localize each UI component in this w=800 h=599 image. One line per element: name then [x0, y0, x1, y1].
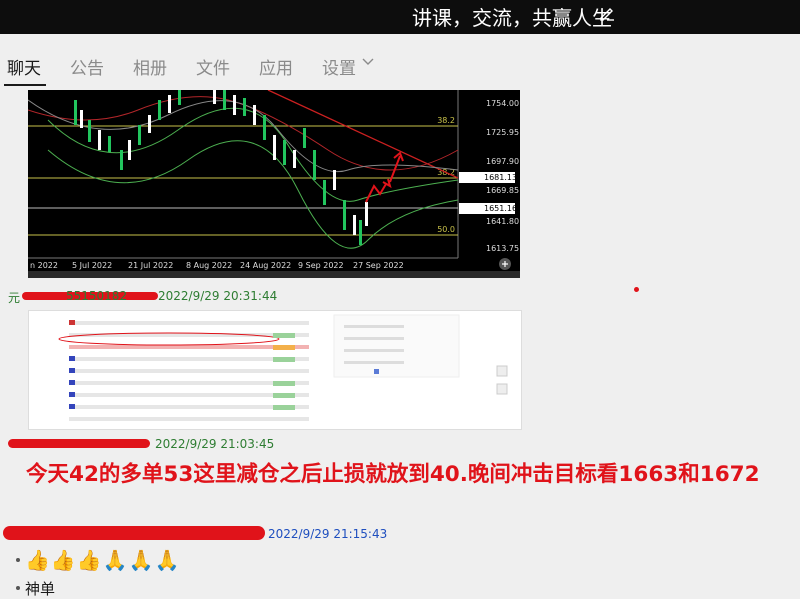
tab-apps[interactable]: 应用	[259, 54, 293, 79]
tab-chat[interactable]: 聊天	[7, 54, 41, 79]
date-label-3: 21 Jul 2022	[128, 261, 173, 270]
price-label-5: 1641.80	[486, 217, 519, 226]
price-tag-top: 1681.13	[484, 173, 517, 182]
reaction-emojis: 👍👍👍🙏🙏🙏	[25, 548, 181, 572]
arrowhead-1	[382, 178, 392, 189]
message-timestamp: 2022/9/29 21:15:43	[268, 527, 388, 541]
group-title: 讲课，交流，共赢人生	[412, 6, 612, 30]
date-label-2: 5 Jul 2022	[72, 261, 112, 270]
group-tabs: 聊天 公告 相册 文件 应用 设置	[0, 34, 800, 88]
chart-tab-strip	[28, 271, 520, 278]
candlesticks	[74, 90, 368, 245]
chevron-down-icon[interactable]	[362, 58, 374, 66]
price-label-6: 1613.75	[486, 244, 519, 253]
fib-label-3: 50.0	[437, 225, 455, 234]
group-header-bar: 讲课，交流，共赢人生	[0, 0, 800, 34]
price-label-3: 1697.90	[486, 157, 519, 166]
redaction-scribble	[3, 526, 265, 540]
message-sender-id[interactable]: 55150182	[66, 289, 127, 303]
chart-screenshot[interactable]: 38.2 38.2 50.0	[28, 90, 520, 278]
message-text: 神单	[25, 580, 56, 598]
redaction-scribble	[8, 439, 150, 448]
calendar-screenshot[interactable]	[28, 310, 522, 430]
price-label-2: 1725.95	[486, 128, 519, 137]
tab-album[interactable]: 相册	[133, 54, 167, 79]
tab-files[interactable]: 文件	[196, 54, 230, 79]
date-label-4: 8 Aug 2022	[186, 261, 232, 270]
price-label-4: 1669.85	[486, 186, 519, 195]
active-tab-indicator	[4, 84, 46, 86]
message-text: 今天42的多单53这里减仓之后止损就放到40.晚间冲击目标看1663和1672	[26, 462, 760, 487]
price-tag-bottom: 1651.16	[484, 204, 517, 213]
edit-icon[interactable]	[598, 4, 616, 22]
panel-button-1	[496, 365, 508, 377]
side-panel	[333, 314, 460, 378]
red-dot-marker	[634, 287, 639, 292]
panel-button-2	[496, 383, 508, 395]
message-timestamp: 2022/9/29 21:03:45	[155, 437, 275, 451]
downtrend-line	[267, 90, 459, 179]
price-chart: 38.2 38.2 50.0	[28, 90, 520, 278]
message-sender[interactable]: 元	[8, 289, 20, 306]
date-label-7: 27 Sep 2022	[353, 261, 404, 270]
date-label-6: 9 Sep 2022	[298, 261, 344, 270]
date-label-5: 24 Aug 2022	[240, 261, 291, 270]
message-timestamp: 2022/9/29 20:31:44	[158, 289, 278, 303]
fib-label-1: 38.2	[437, 116, 455, 125]
date-label-1: n 2022	[30, 261, 58, 270]
bullet-dot	[16, 586, 20, 590]
tab-announcements[interactable]: 公告	[70, 54, 104, 79]
bullet-dot	[16, 558, 20, 562]
price-label-1: 1754.00	[486, 99, 519, 108]
tab-settings[interactable]: 设置	[322, 54, 356, 79]
